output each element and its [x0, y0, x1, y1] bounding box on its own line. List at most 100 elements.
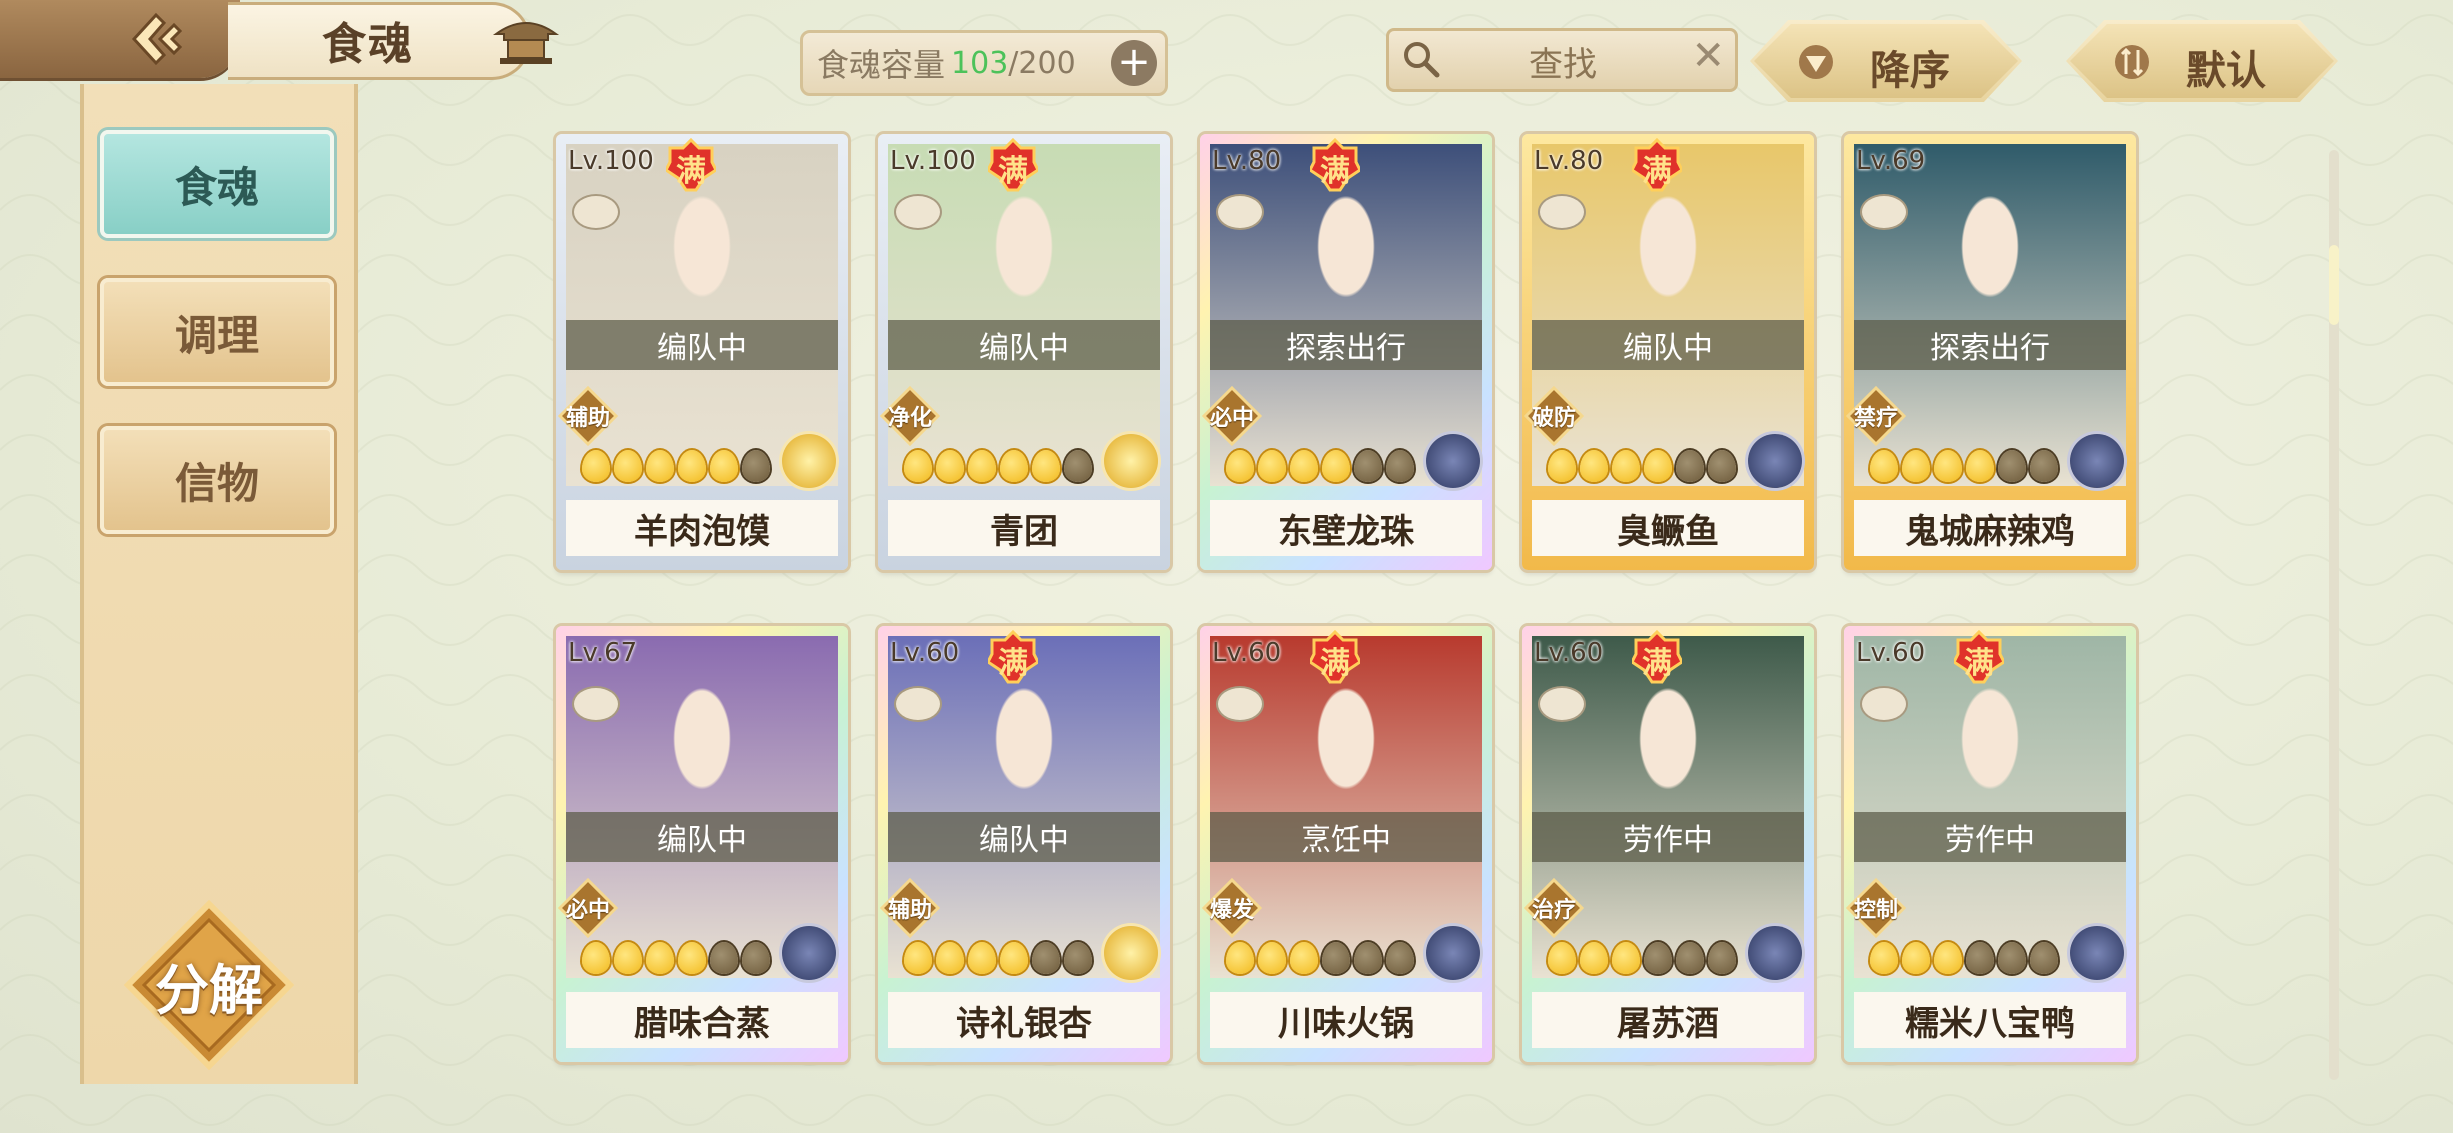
flame-star-icon: [1934, 450, 1962, 482]
food-soul-card[interactable]: Lv.60 满烹饪中 爆发 川味火锅: [1200, 626, 1492, 1062]
food-soul-card[interactable]: Lv.60 满编队中 辅助 诗礼银杏: [878, 626, 1170, 1062]
role-label: 控制: [1853, 898, 1898, 923]
max-level-text: 满: [998, 646, 1028, 681]
lock-icon[interactable]: [572, 686, 620, 722]
lock-icon[interactable]: [894, 194, 942, 230]
sort-type-button[interactable]: 默认: [2066, 20, 2338, 102]
flame-star-icon: [1870, 450, 1898, 482]
max-level-badge: 满: [1630, 629, 1684, 684]
food-soul-card[interactable]: Lv.100 满编队中 净化 青团: [878, 134, 1170, 570]
flower-emblem-icon: [1748, 926, 1802, 980]
flame-star-icon: [1966, 450, 1994, 482]
scroll-thumb[interactable]: [2329, 245, 2339, 325]
tab-conditioning[interactable]: 调理: [100, 278, 334, 386]
flower-emblem-icon: [1104, 434, 1158, 488]
flame-star-icon: [2030, 942, 2058, 974]
star-rating: [1548, 942, 1736, 974]
flame-star-icon: [1644, 450, 1672, 482]
card-status: 编队中: [888, 812, 1160, 862]
card-name: 鬼城麻辣鸡: [1854, 500, 2126, 556]
card-status: 编队中: [566, 812, 838, 862]
flame-star-icon: [1064, 942, 1092, 974]
role-label: 必中: [565, 898, 610, 923]
lock-icon[interactable]: [1538, 194, 1586, 230]
flame-star-icon: [1000, 450, 1028, 482]
star-rating: [904, 450, 1092, 482]
tab-food-souls[interactable]: 食魂: [100, 130, 334, 238]
flame-star-icon: [1386, 450, 1414, 482]
star-rating: [904, 942, 1092, 974]
decompose-button[interactable]: 分解: [123, 899, 295, 1071]
role-label: 必中: [1209, 406, 1254, 431]
food-soul-card[interactable]: Lv.80 满探索出行 必中 东壁龙珠: [1200, 134, 1492, 570]
food-soul-card[interactable]: Lv.80 满编队中 破防 臭鳜鱼: [1522, 134, 1814, 570]
role-label: 辅助: [565, 406, 610, 431]
card-status: 编队中: [1532, 320, 1804, 370]
lock-icon[interactable]: [1860, 194, 1908, 230]
flame-star-icon: [1612, 942, 1640, 974]
lock-icon[interactable]: [572, 194, 620, 230]
flame-star-icon: [2030, 450, 2058, 482]
food-soul-card[interactable]: Lv.60 满劳作中 控制 糯米八宝鸭: [1844, 626, 2136, 1062]
flame-star-icon: [710, 450, 738, 482]
tab-label: 食魂: [174, 162, 259, 212]
flame-star-icon: [1322, 942, 1350, 974]
search-box[interactable]: 查找 ✕: [1386, 28, 1738, 92]
max-level-text: 满: [676, 154, 706, 189]
search-input[interactable]: 查找: [1529, 37, 1597, 86]
flame-star-icon: [1676, 450, 1704, 482]
sort-order-label: 降序: [1870, 48, 1950, 94]
flame-star-icon: [1998, 450, 2026, 482]
flame-star-icon: [1032, 942, 1060, 974]
lock-icon[interactable]: [894, 686, 942, 722]
flame-star-icon: [1258, 450, 1286, 482]
add-capacity-button[interactable]: +: [1111, 40, 1157, 86]
back-button[interactable]: [118, 8, 194, 70]
lock-icon[interactable]: [1216, 194, 1264, 230]
role-label: 爆发: [1209, 898, 1254, 923]
tab-label: 调理: [174, 310, 259, 360]
home-button[interactable]: [490, 12, 562, 68]
star-rating: [1870, 942, 2058, 974]
sort-order-button[interactable]: 降序: [1750, 20, 2022, 102]
role-label: 治疗: [1531, 898, 1576, 923]
star-rating: [1226, 450, 1414, 482]
max-level-badge: 满: [1952, 629, 2006, 684]
top-bar: 食魂 食魂容量 103 / 200 + 查找 ✕ 降序 默认: [0, 0, 2453, 102]
flame-star-icon: [1708, 450, 1736, 482]
flame-star-icon: [742, 450, 770, 482]
scrollbar[interactable]: [2329, 150, 2339, 1080]
flame-star-icon: [1676, 942, 1704, 974]
flame-star-icon: [936, 942, 964, 974]
max-level-badge: 满: [986, 629, 1040, 684]
flame-star-icon: [614, 942, 642, 974]
sort-toggle-icon: [2115, 45, 2149, 79]
max-level-badge: 满: [1308, 629, 1362, 684]
card-name: 糯米八宝鸭: [1854, 992, 2126, 1048]
capacity-box: 食魂容量 103 / 200 +: [800, 30, 1168, 96]
card-level: Lv.80: [1534, 146, 1604, 176]
food-soul-card[interactable]: Lv.100 满编队中 辅助 羊肉泡馍: [556, 134, 848, 570]
card-name: 青团: [888, 500, 1160, 556]
flame-star-icon: [1580, 450, 1608, 482]
clear-search-icon[interactable]: ✕: [1691, 33, 1725, 79]
lock-icon[interactable]: [1860, 686, 1908, 722]
lock-icon[interactable]: [1538, 686, 1586, 722]
flame-star-icon: [1064, 450, 1092, 482]
card-level: Lv.67: [568, 638, 638, 668]
lock-icon[interactable]: [1216, 686, 1264, 722]
flower-emblem-icon: [1748, 434, 1802, 488]
card-level: Lv.80: [1212, 146, 1282, 176]
max-level-badge: 满: [1308, 137, 1362, 192]
card-level: Lv.100: [890, 146, 976, 176]
food-soul-card[interactable]: Lv.60 满劳作中 治疗 屠苏酒: [1522, 626, 1814, 1062]
food-soul-card[interactable]: Lv.67 编队中 必中 腊味合蒸: [556, 626, 848, 1062]
role-label: 辅助: [887, 898, 932, 923]
flame-star-icon: [1902, 942, 1930, 974]
flame-star-icon: [1032, 450, 1060, 482]
food-soul-card[interactable]: Lv.69 探索出行 禁疗 鬼城麻辣鸡: [1844, 134, 2136, 570]
tab-tokens[interactable]: 信物: [100, 426, 334, 534]
search-icon: [1404, 42, 1440, 78]
flower-emblem-icon: [2070, 434, 2124, 488]
flame-star-icon: [904, 942, 932, 974]
